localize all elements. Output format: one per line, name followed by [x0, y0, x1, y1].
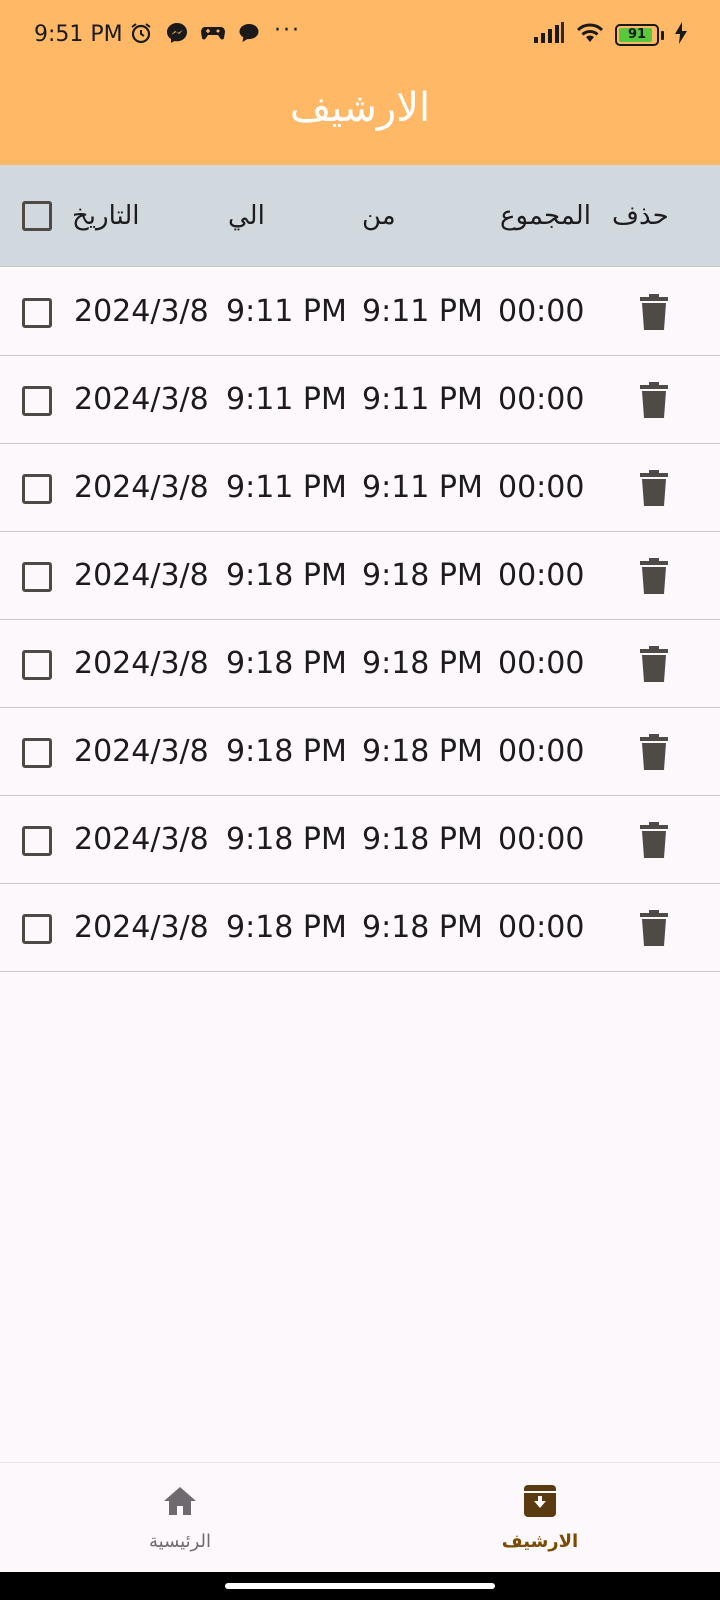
- delete-icon[interactable]: [640, 470, 668, 506]
- delete-icon[interactable]: [640, 294, 668, 330]
- row-total: 00:00: [498, 910, 585, 945]
- row-from: 9:18 PM: [362, 734, 483, 769]
- table-row: 2024/3/8 9:18 PM 9:18 PM 00:00: [0, 884, 720, 972]
- row-checkbox[interactable]: [22, 474, 52, 504]
- messenger-icon: [164, 20, 190, 46]
- header-to: الي: [228, 201, 265, 231]
- row-checkbox[interactable]: [22, 826, 52, 856]
- delete-icon[interactable]: [640, 558, 668, 594]
- select-all-checkbox[interactable]: [22, 201, 52, 231]
- status-overflow-dots: ···: [274, 18, 301, 43]
- row-to: 9:11 PM: [226, 470, 347, 505]
- row-total: 00:00: [498, 646, 585, 681]
- gesture-handle[interactable]: [225, 1583, 495, 1589]
- row-from: 9:18 PM: [362, 558, 483, 593]
- row-checkbox[interactable]: [22, 386, 52, 416]
- header-from: من: [362, 201, 396, 231]
- row-to: 9:18 PM: [226, 910, 347, 945]
- row-date: 2024/3/8: [74, 734, 209, 769]
- row-date: 2024/3/8: [74, 294, 209, 329]
- row-date: 2024/3/8: [74, 558, 209, 593]
- battery-level: 91: [627, 27, 647, 42]
- row-total: 00:00: [498, 558, 585, 593]
- page-title: الارشيف: [289, 85, 431, 131]
- row-to: 9:18 PM: [226, 734, 347, 769]
- row-date: 2024/3/8: [74, 646, 209, 681]
- delete-icon[interactable]: [640, 382, 668, 418]
- status-system-icons: 91: [533, 22, 688, 48]
- row-total: 00:00: [498, 734, 585, 769]
- table-header: التاريخ الي من المجموع حذف: [0, 165, 720, 267]
- table-row: 2024/3/8 9:11 PM 9:11 PM 00:00: [0, 356, 720, 444]
- table-row: 2024/3/8 9:18 PM 9:18 PM 00:00: [0, 708, 720, 796]
- row-date: 2024/3/8: [74, 470, 209, 505]
- row-to: 9:11 PM: [226, 382, 347, 417]
- charging-bolt-icon: [674, 22, 688, 48]
- nav-home-label: الرئيسية: [149, 1531, 211, 1552]
- row-to: 9:18 PM: [226, 646, 347, 681]
- table-row: 2024/3/8 9:18 PM 9:18 PM 00:00: [0, 620, 720, 708]
- chat-bubble-icon: [236, 20, 262, 46]
- delete-icon[interactable]: [640, 910, 668, 946]
- battery-tip: [661, 30, 664, 40]
- row-from: 9:11 PM: [362, 382, 483, 417]
- table-row: 2024/3/8 9:18 PM 9:18 PM 00:00: [0, 796, 720, 884]
- row-from: 9:11 PM: [362, 294, 483, 329]
- row-to: 9:11 PM: [226, 294, 347, 329]
- row-total: 00:00: [498, 382, 585, 417]
- row-checkbox[interactable]: [22, 562, 52, 592]
- home-icon: [160, 1481, 200, 1521]
- system-gesture-area: [0, 1572, 720, 1600]
- table-row: 2024/3/8 9:11 PM 9:11 PM 00:00: [0, 444, 720, 532]
- row-checkbox[interactable]: [22, 914, 52, 944]
- row-checkbox[interactable]: [22, 298, 52, 328]
- delete-icon[interactable]: [640, 646, 668, 682]
- nav-home[interactable]: الرئيسية: [80, 1463, 280, 1573]
- delete-icon[interactable]: [640, 734, 668, 770]
- header-date: التاريخ: [72, 201, 140, 231]
- table-row: 2024/3/8 9:18 PM 9:18 PM 00:00: [0, 532, 720, 620]
- status-bar: 9:51 PM ··· 91: [0, 0, 720, 72]
- header-total: المجموع: [500, 201, 591, 231]
- row-to: 9:18 PM: [226, 558, 347, 593]
- app-top-bar: 9:51 PM ··· 91 الارشيف: [0, 0, 720, 165]
- status-notification-icons: [128, 20, 262, 46]
- row-from: 9:18 PM: [362, 646, 483, 681]
- row-total: 00:00: [498, 822, 585, 857]
- wifi-icon: [575, 22, 605, 48]
- delete-icon[interactable]: [640, 822, 668, 858]
- row-date: 2024/3/8: [74, 382, 209, 417]
- row-total: 00:00: [498, 470, 585, 505]
- game-icon: [200, 20, 226, 46]
- battery-icon: 91: [615, 24, 659, 46]
- row-checkbox[interactable]: [22, 650, 52, 680]
- header-delete: حذف: [612, 201, 669, 231]
- row-to: 9:18 PM: [226, 822, 347, 857]
- alarm-icon: [128, 20, 154, 46]
- status-time: 9:51 PM: [34, 22, 123, 47]
- table-row: 2024/3/8 9:11 PM 9:11 PM 00:00: [0, 268, 720, 356]
- row-date: 2024/3/8: [74, 910, 209, 945]
- row-from: 9:18 PM: [362, 910, 483, 945]
- nav-archive[interactable]: الارشيف: [440, 1463, 640, 1573]
- signal-icon: [533, 22, 565, 48]
- row-total: 00:00: [498, 294, 585, 329]
- row-checkbox[interactable]: [22, 738, 52, 768]
- bottom-navigation: الرئيسية الارشيف: [0, 1462, 720, 1572]
- nav-archive-label: الارشيف: [501, 1531, 579, 1552]
- row-from: 9:18 PM: [362, 822, 483, 857]
- row-from: 9:11 PM: [362, 470, 483, 505]
- row-date: 2024/3/8: [74, 822, 209, 857]
- archive-icon: [520, 1481, 560, 1521]
